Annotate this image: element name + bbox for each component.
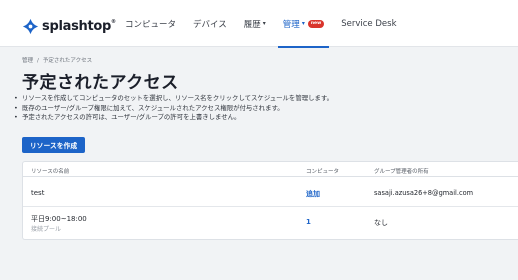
column-header-owner[interactable]: グループ管理者の所有 — [374, 167, 429, 175]
nav-item-label: 履歴 — [243, 19, 261, 30]
breadcrumb-current: 予定されたアクセス — [42, 58, 93, 64]
table-row[interactable]: 平日9:00~18:00 接続プール 1 なし — [23, 207, 518, 240]
nav-item-label: コンピュータ — [125, 19, 177, 30]
top-navigation-bar: splashtop® コンピュータ デバイス 履歴 ▾ 管理 ▾ NEW Ser… — [0, 0, 518, 48]
info-list: リソースを作成してコンピュータのセットを選択し、リソース名をクリックしてスケジュ… — [14, 94, 333, 123]
nav-item-label: 管理 — [282, 19, 300, 30]
splashtop-logo-icon — [22, 18, 39, 35]
column-header-computer[interactable]: コンピュータ — [306, 167, 339, 175]
page-bottom-area — [0, 249, 518, 280]
info-item: 予定されたアクセスの許可は、ユーザー/グループの許可を上書きしません。 — [14, 113, 333, 123]
resource-name-link[interactable]: 平日9:00~18:00 — [31, 214, 87, 224]
chevron-down-icon: ▾ — [301, 20, 305, 27]
nav-item-history[interactable]: 履歴 ▾ — [239, 0, 271, 47]
computer-count-link[interactable]: 1 — [306, 218, 311, 226]
nav-item-label: Service Desk — [341, 18, 397, 29]
main-nav: コンピュータ デバイス 履歴 ▾ 管理 ▾ NEW Service Desk — [120, 0, 409, 48]
add-computer-link[interactable]: 追加 — [306, 189, 320, 199]
info-item: 既存のユーザー/グループ権限に加えて、スケジュールされたアクセス権限が付与されま… — [14, 104, 333, 114]
resource-type-label: 接続プール — [31, 226, 62, 233]
owner-value: なし — [374, 219, 388, 227]
splashtop-logo[interactable]: splashtop® — [22, 18, 116, 35]
resource-name-link[interactable]: test — [31, 189, 44, 197]
nav-item-computers[interactable]: コンピュータ — [120, 0, 181, 47]
breadcrumb: 管理 / 予定されたアクセス — [22, 56, 92, 64]
owner-email: sasaji.azusa26+8@gmail.com — [374, 189, 474, 197]
new-badge: NEW — [307, 19, 325, 28]
create-resource-button[interactable]: リソースを作成 — [22, 137, 85, 153]
resources-table: リソースの名前 コンピュータ グループ管理者の所有 test 追加 sasaji… — [22, 161, 518, 240]
table-row[interactable]: test 追加 sasaji.azusa26+8@gmail.com — [23, 177, 518, 207]
brand-name: splashtop® — [42, 19, 116, 34]
nav-item-management[interactable]: 管理 ▾ NEW — [277, 0, 330, 48]
breadcrumb-separator: / — [37, 58, 39, 64]
breadcrumb-root-link[interactable]: 管理 — [22, 58, 33, 64]
table-header: リソースの名前 コンピュータ グループ管理者の所有 — [23, 162, 518, 177]
nav-item-devices[interactable]: デバイス — [188, 0, 232, 47]
page-title: 予定されたアクセス — [22, 73, 179, 93]
column-header-name[interactable]: リソースの名前 — [31, 167, 69, 175]
info-item: リソースを作成してコンピュータのセットを選択し、リソース名をクリックしてスケジュ… — [14, 94, 333, 104]
nav-item-label: デバイス — [193, 19, 227, 30]
nav-item-service-desk[interactable]: Service Desk — [336, 0, 401, 47]
chevron-down-icon: ▾ — [262, 20, 266, 27]
